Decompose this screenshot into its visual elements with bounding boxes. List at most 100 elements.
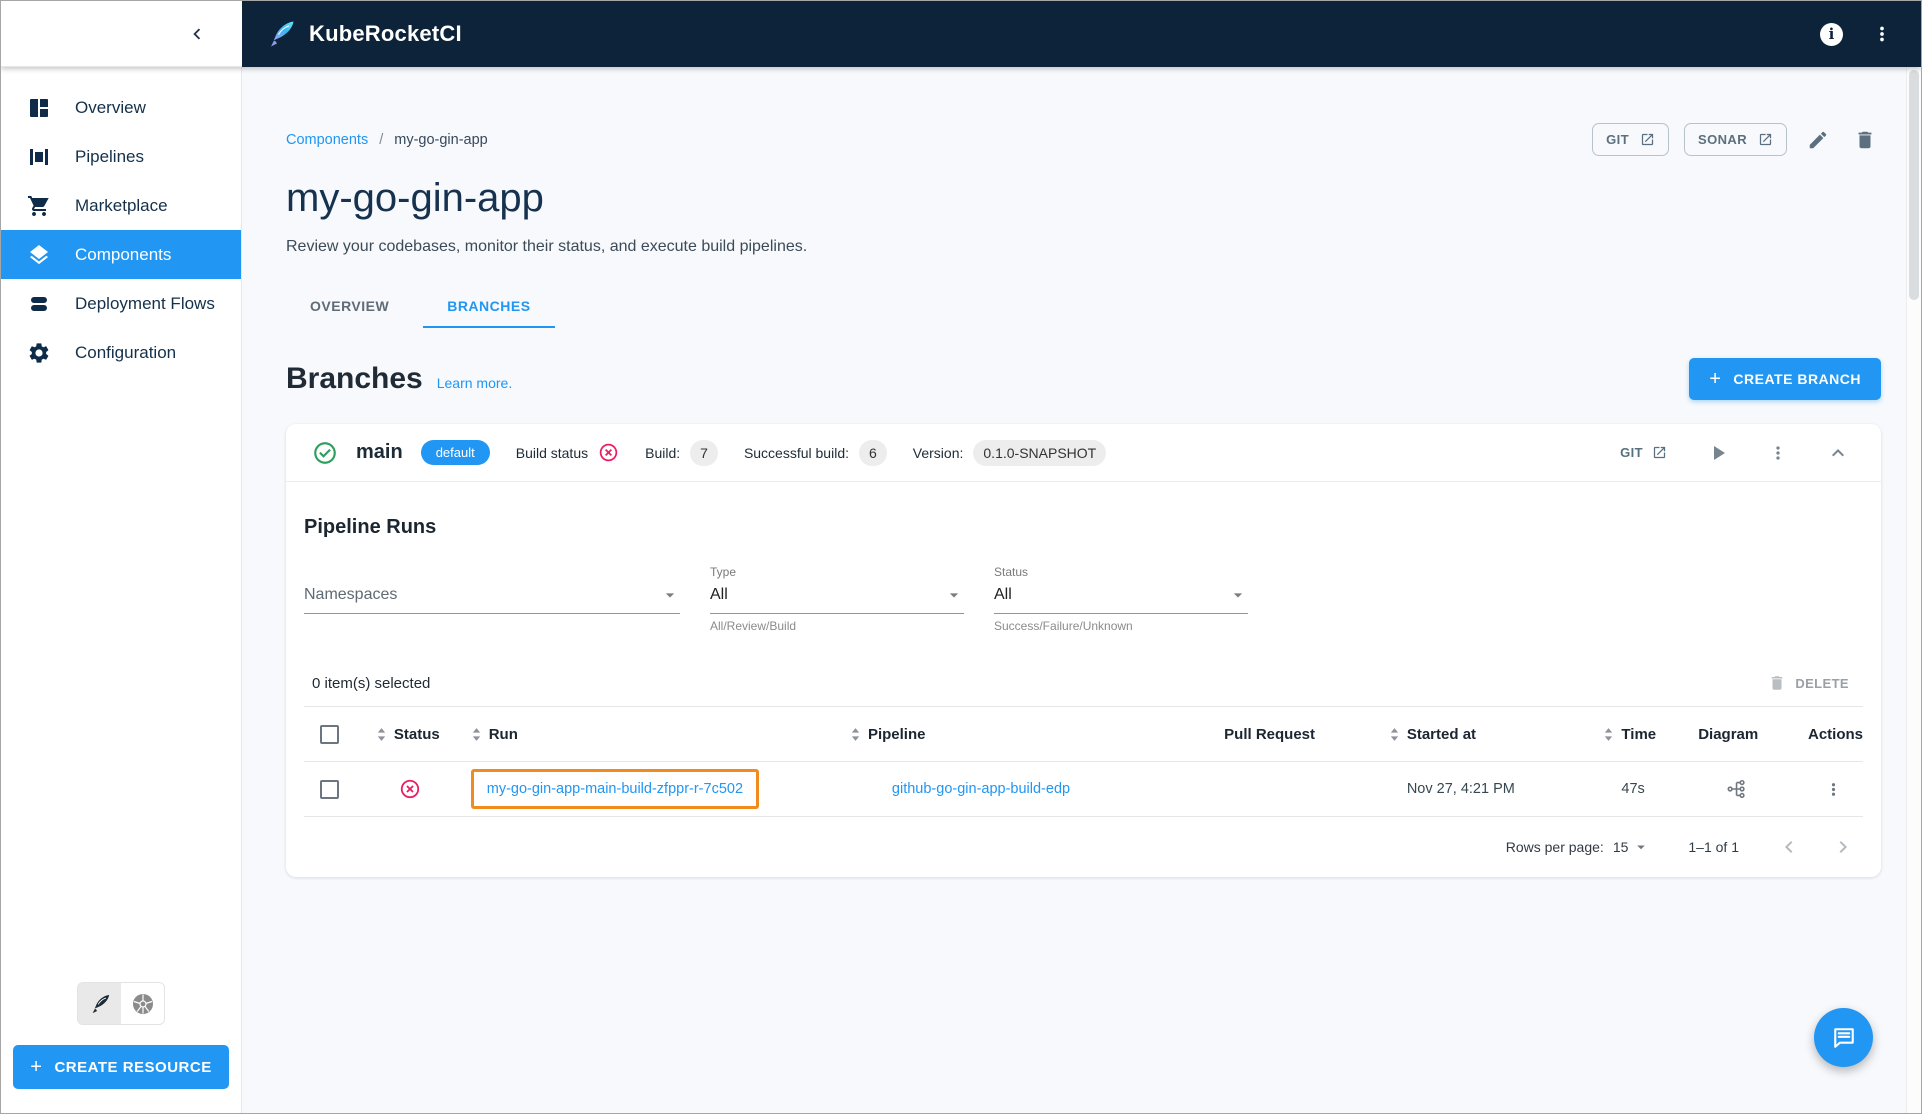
git-link-button[interactable]: GIT	[1592, 123, 1670, 156]
sort-icon[interactable]	[1603, 726, 1614, 743]
sidebar-item-deployment-flows[interactable]: Deployment Flows	[1, 279, 241, 328]
status-filter-value: All	[994, 586, 1012, 603]
successful-build-chip: 6	[859, 439, 887, 466]
status-filter-helper: Success/Failure/Unknown	[994, 619, 1133, 633]
sidebar-item-marketplace[interactable]: Marketplace	[1, 181, 241, 230]
sidebar-item-configuration[interactable]: Configuration	[1, 328, 241, 377]
namespaces-placeholder: Namespaces	[304, 586, 398, 603]
version-label: Version:	[912, 444, 964, 461]
column-header-pipeline[interactable]: Pipeline	[868, 726, 926, 743]
dashboard-icon	[27, 96, 51, 120]
chevron-left-icon	[1777, 835, 1801, 859]
column-header-diagram: Diagram	[1698, 725, 1759, 743]
branches-heading: Branches	[286, 362, 423, 395]
sidebar-item-pipelines[interactable]: Pipelines	[1, 132, 241, 181]
next-page-button[interactable]	[1831, 835, 1855, 859]
type-filter-label: Type	[710, 565, 737, 579]
edit-component-button[interactable]	[1802, 124, 1834, 156]
delete-component-button[interactable]	[1849, 124, 1881, 156]
type-filter[interactable]: Type All All/Review/Build	[710, 565, 964, 633]
kebab-menu-icon	[1871, 23, 1893, 45]
scrollbar[interactable]	[1906, 67, 1921, 1113]
column-header-status[interactable]: Status	[394, 726, 440, 743]
rocket-view-toggle[interactable]	[78, 983, 121, 1024]
status-filter[interactable]: Status All Success/Failure/Unknown	[994, 565, 1248, 633]
branch-menu-button[interactable]	[1763, 438, 1793, 468]
previous-page-button[interactable]	[1777, 835, 1801, 859]
sidebar-item-components[interactable]: Components	[1, 230, 241, 279]
column-header-started-at[interactable]: Started at	[1407, 726, 1476, 743]
chat-fab[interactable]	[1814, 1008, 1873, 1067]
branch-card: main default Build status Build: 7 Succe…	[286, 424, 1881, 877]
create-branch-button[interactable]: + CREATE BRANCH	[1689, 358, 1881, 400]
chevron-right-icon	[1831, 835, 1855, 859]
pipeline-run-filters: Namespaces Type All All/Review/Build Sta…	[304, 565, 1863, 633]
external-link-icon	[1652, 445, 1667, 460]
breadcrumb-components-link[interactable]: Components	[286, 132, 368, 148]
plus-icon: +	[30, 1056, 43, 1078]
kebab-menu-icon	[1768, 443, 1788, 463]
delete-selected-button[interactable]: DELETE	[1762, 673, 1855, 693]
app-title: KubeRocketCI	[309, 21, 462, 46]
breadcrumb-separator: /	[379, 131, 384, 148]
breadcrumb-current: my-go-gin-app	[394, 131, 488, 148]
learn-more-link[interactable]: Learn more.	[437, 375, 512, 391]
sort-icon[interactable]	[471, 726, 482, 743]
main-content: Components / my-go-gin-app GIT SONAR my-…	[242, 67, 1921, 1113]
select-all-checkbox[interactable]	[320, 724, 339, 744]
type-filter-helper: All/Review/Build	[710, 619, 797, 633]
diagram-button[interactable]	[1722, 774, 1752, 804]
sidebar-item-label: Pipelines	[75, 146, 144, 166]
column-header-time[interactable]: Time	[1621, 726, 1656, 743]
pagination-range-text: 1–1 of 1	[1688, 839, 1739, 855]
sidebar-header	[1, 1, 242, 67]
sort-icon[interactable]	[1389, 726, 1400, 743]
branch-git-link-button[interactable]: GIT	[1614, 444, 1673, 461]
branch-accordion-header[interactable]: main default Build status Build: 7 Succe…	[286, 424, 1881, 482]
brand: KubeRocketCI	[266, 19, 462, 49]
sonar-button-label: SONAR	[1698, 132, 1747, 147]
kubernetes-view-toggle[interactable]	[121, 983, 164, 1024]
header-menu-button[interactable]	[1869, 21, 1895, 47]
build-count-label: Build:	[645, 444, 681, 461]
create-resource-button[interactable]: + CREATE RESOURCE	[13, 1045, 229, 1089]
sonar-link-button[interactable]: SONAR	[1684, 123, 1787, 156]
pipeline-run-link[interactable]: my-go-gin-app-main-build-zfppr-r-7c502	[487, 781, 743, 797]
row-actions-button[interactable]	[1820, 776, 1847, 803]
sort-icon[interactable]	[376, 726, 387, 743]
sidebar: Overview Pipelines Marketplace Component…	[1, 67, 242, 1113]
gear-icon	[27, 341, 51, 365]
sort-icon[interactable]	[850, 726, 861, 743]
annotation-highlight-box: my-go-gin-app-main-build-zfppr-r-7c502	[470, 769, 760, 809]
app-header: KubeRocketCI i	[242, 1, 1921, 67]
diagram-tree-icon	[1726, 778, 1748, 800]
namespaces-filter[interactable]: Namespaces	[304, 565, 680, 633]
pipeline-link[interactable]: github-go-gin-app-build-edp	[892, 781, 1070, 797]
collapse-branch-button[interactable]	[1821, 436, 1855, 470]
sidebar-collapse-button[interactable]	[182, 19, 212, 49]
create-branch-label: CREATE BRANCH	[1733, 371, 1861, 387]
info-icon: i	[1820, 22, 1843, 46]
tab-overview[interactable]: OVERVIEW	[286, 284, 413, 328]
started-at-cell: Nov 27, 4:21 PM	[1406, 781, 1515, 797]
tab-branches[interactable]: BRANCHES	[423, 284, 555, 328]
sidebar-item-label: Deployment Flows	[75, 293, 215, 313]
delete-label: DELETE	[1795, 675, 1849, 691]
scrollbar-thumb[interactable]	[1909, 70, 1919, 300]
trash-icon	[1854, 129, 1876, 151]
external-link-icon	[1758, 132, 1773, 147]
external-link-icon	[1640, 132, 1655, 147]
column-header-run[interactable]: Run	[489, 726, 518, 743]
rocket-logo-icon	[266, 19, 296, 49]
top-bar: KubeRocketCI i	[1, 1, 1921, 67]
column-header-pull-request: Pull Request	[1224, 725, 1316, 743]
chat-bubble-icon	[1830, 1024, 1858, 1052]
shopping-cart-icon	[27, 194, 51, 218]
info-button[interactable]: i	[1818, 21, 1845, 48]
rows-per-page-select[interactable]: 15	[1613, 838, 1651, 856]
build-branch-button[interactable]	[1701, 436, 1735, 470]
sidebar-item-overview[interactable]: Overview	[1, 83, 241, 132]
row-checkbox[interactable]	[320, 779, 339, 799]
chevron-up-icon	[1826, 441, 1850, 465]
kubernetes-icon	[131, 992, 155, 1016]
